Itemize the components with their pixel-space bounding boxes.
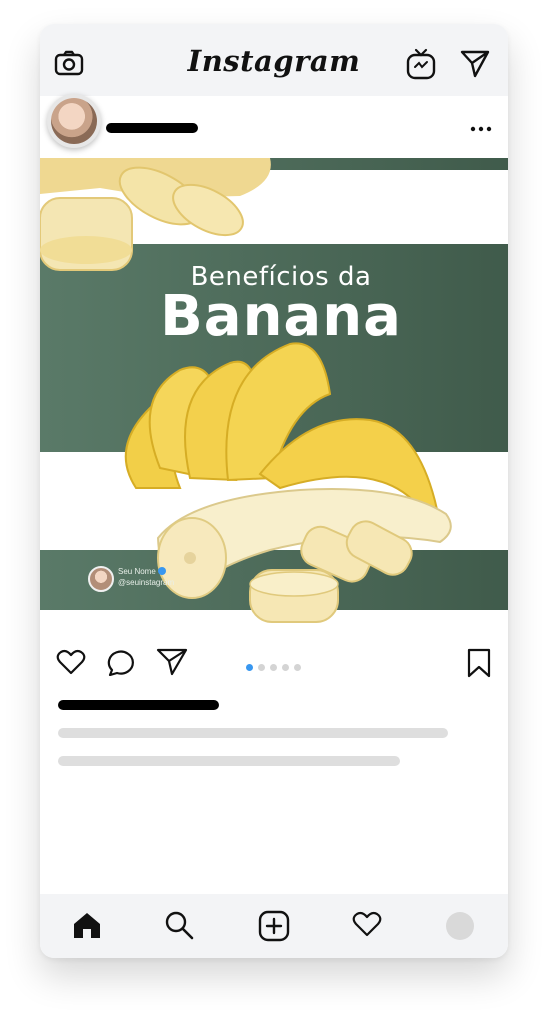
heart-icon[interactable] xyxy=(56,648,86,681)
carousel-dot[interactable] xyxy=(270,664,277,671)
banana-illustration xyxy=(40,158,452,623)
carousel-dot[interactable] xyxy=(282,664,289,671)
activity-heart-icon[interactable] xyxy=(352,910,382,943)
post-title-big: Banana xyxy=(160,284,402,349)
credit-avatar xyxy=(88,566,114,592)
comment-icon[interactable] xyxy=(106,648,136,681)
post-actions xyxy=(40,636,508,688)
caption-line-placeholder xyxy=(58,728,448,738)
carousel-dot[interactable] xyxy=(258,664,265,671)
verified-badge-icon xyxy=(157,567,166,575)
new-post-icon[interactable] xyxy=(258,910,290,947)
likes-placeholder xyxy=(58,700,219,710)
caption-line-placeholder xyxy=(58,756,400,766)
profile-avatar[interactable] xyxy=(446,912,474,940)
avatar-photo xyxy=(51,98,97,144)
share-icon[interactable] xyxy=(156,648,188,681)
bottom-nav xyxy=(40,894,508,958)
top-bar: Instagram xyxy=(40,24,508,96)
author-avatar[interactable] xyxy=(47,94,101,148)
username-placeholder[interactable] xyxy=(106,123,198,133)
search-icon[interactable] xyxy=(164,910,194,945)
carousel-dot[interactable] xyxy=(294,664,301,671)
carousel-dot-active[interactable] xyxy=(246,664,253,671)
post-image[interactable]: Benefícios da Banana Seu Nome @seuinstag… xyxy=(40,158,508,634)
igtv-icon[interactable] xyxy=(406,48,436,85)
direct-send-icon[interactable] xyxy=(460,50,490,83)
home-icon[interactable] xyxy=(72,910,102,945)
credit-handle: @seuinstagram xyxy=(118,578,175,587)
more-options-icon[interactable] xyxy=(470,120,492,138)
credit-name-text: Seu Nome xyxy=(118,567,156,576)
app-logo: Instagram xyxy=(187,44,361,78)
bookmark-icon[interactable] xyxy=(466,648,492,683)
post-header xyxy=(40,94,508,158)
credit-name: Seu Nome xyxy=(118,567,166,576)
carousel-indicator xyxy=(246,658,306,676)
phone-frame: Instagram Benefícios da Banana Seu Nome … xyxy=(40,24,508,958)
